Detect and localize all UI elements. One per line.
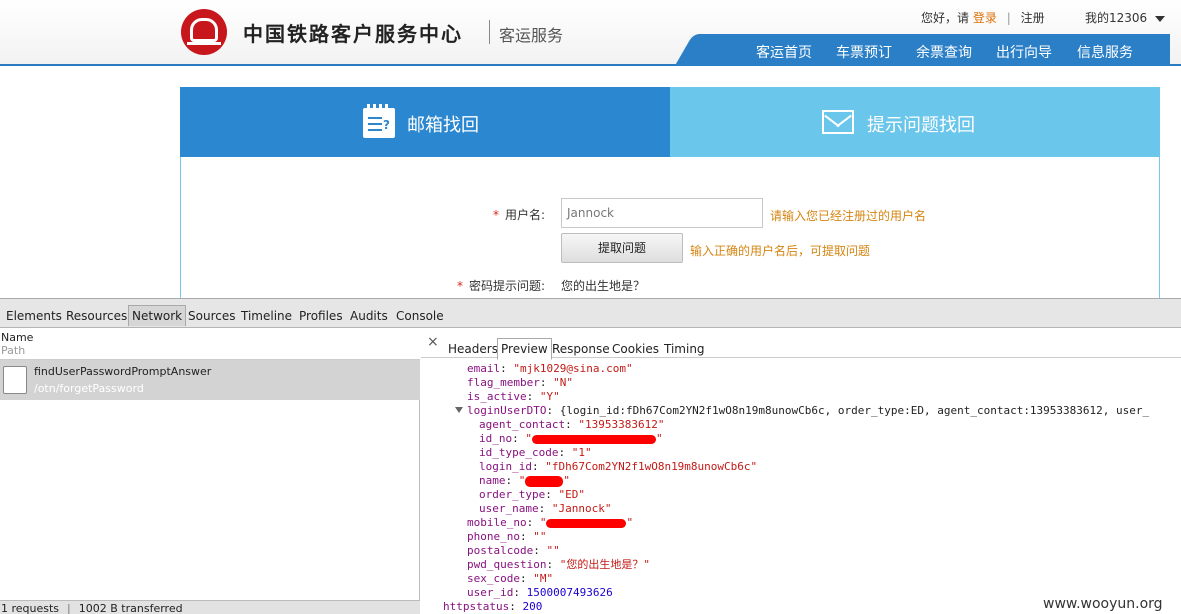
network-status-bar: 1 requests | 1002 B transferred — [0, 600, 420, 614]
tab-audits[interactable]: Audits — [350, 309, 388, 323]
tab-sources[interactable]: Sources — [188, 309, 235, 323]
envelope-icon — [822, 110, 854, 134]
column-path: Path — [1, 344, 26, 357]
json-line: user_name: "Jannock" — [479, 502, 612, 515]
request-row[interactable]: findUserPasswordPromptAnswer /otn/forget… — [0, 360, 420, 400]
fetch-hint: 输入正确的用户名后，可提取问题 — [690, 244, 871, 258]
my-account-label: 我的12306 — [1085, 11, 1148, 25]
tab-resources[interactable]: Resources — [66, 309, 127, 323]
tab-profiles[interactable]: Profiles — [299, 309, 343, 323]
devtools-panel: Elements Resources Network Sources Timel… — [0, 298, 1181, 614]
json-line: mobile_no: " " — [467, 516, 634, 529]
recovery-tabs: ? 邮箱找回 提示问题找回 — [180, 87, 1160, 165]
expand-triangle-icon[interactable] — [455, 407, 463, 413]
brand-title: 中国铁路客户服务中心 — [243, 22, 463, 46]
json-line: pwd_question: "您的出生地是？" — [467, 558, 650, 571]
tab-email-label: 邮箱找回 — [407, 115, 479, 136]
json-preview: email: "mjk1029@sina.com" flag_member: "… — [421, 358, 1181, 614]
username-input[interactable]: Jannock — [561, 198, 763, 228]
json-line: name: " " — [479, 474, 570, 487]
redaction-mark — [546, 518, 627, 528]
json-line: httpstatus: 200 — [443, 600, 543, 613]
site-header: 中国铁路客户服务中心 客运服务 您好，请 登录 | 注册 我的12306 客运首… — [0, 0, 1181, 66]
json-line: email: "mjk1029@sina.com" — [467, 362, 633, 375]
form-icon: ? — [363, 104, 395, 138]
watermark: www.wooyun.org — [1043, 596, 1163, 612]
tab-headers[interactable]: Headers — [448, 342, 498, 356]
redaction-mark — [525, 475, 564, 487]
username-label: * 用户名: — [493, 208, 546, 222]
json-line: is_active: "Y" — [467, 390, 560, 403]
tab-console[interactable]: Console — [396, 309, 444, 323]
tab-elements[interactable]: Elements — [6, 309, 62, 323]
fetch-question-button[interactable]: 提取问题 — [561, 233, 683, 263]
redaction-mark — [532, 434, 656, 444]
tab-network[interactable]: Network — [128, 305, 187, 326]
json-line: login_id: "fDh67Com2YN2f1wO8n19m8unowCb6… — [479, 460, 758, 473]
json-line: id_no: " " — [479, 432, 663, 445]
tab-response[interactable]: Response — [552, 342, 610, 356]
nav-booking[interactable]: 车票预订 — [836, 42, 892, 62]
username-hint: 请输入您已经注册过的用户名 — [770, 209, 927, 223]
brand-divider — [489, 20, 490, 44]
json-line: order_type: "ED" — [479, 488, 585, 501]
json-line-expandable[interactable]: loginUserDTO: {login_id:fDh67Com2YN2f1wO… — [455, 404, 1149, 418]
tab-cookies[interactable]: Cookies — [612, 342, 659, 356]
my-account-menu[interactable]: 我的12306 — [1085, 9, 1166, 26]
transferred-size: 1002 B transferred — [78, 602, 183, 614]
nav-info-service[interactable]: 信息服务 — [1077, 42, 1133, 62]
json-line: id_type_code: "1" — [479, 446, 592, 459]
tab-email-recovery[interactable]: ? 邮箱找回 — [180, 87, 670, 157]
register-link[interactable]: 注册 — [1021, 11, 1045, 25]
main-nav: 客运首页 车票预订 余票查询 出行向导 信息服务 — [702, 34, 1170, 66]
tab-timing[interactable]: Timing — [664, 342, 705, 356]
railway-logo-icon[interactable] — [181, 9, 227, 55]
file-icon — [3, 366, 27, 394]
json-line: agent_contact: "13953383612" — [479, 418, 665, 431]
required-mark: * — [457, 279, 463, 293]
devtools-toolbar: Elements Resources Network Sources Timel… — [0, 298, 1181, 328]
request-name: findUserPasswordPromptAnswer — [34, 365, 212, 378]
json-line: user_id: 1500007493626 — [467, 586, 613, 599]
request-count: 1 requests — [1, 602, 60, 614]
question-value: 您的出生地是？ — [561, 279, 646, 293]
tab-question-label: 提示问题找回 — [867, 115, 975, 136]
tab-question-recovery[interactable]: 提示问题找回 — [670, 87, 1160, 165]
nav-ticket-query[interactable]: 余票查询 — [916, 42, 972, 62]
question-label: * 密码提示问题: — [457, 279, 546, 293]
tab-timeline[interactable]: Timeline — [241, 309, 292, 323]
tab-preview[interactable]: Preview — [497, 338, 552, 360]
nav-travel-guide[interactable]: 出行向导 — [996, 42, 1052, 62]
brand-subtitle: 客运服务 — [499, 26, 564, 45]
json-line: postalcode: "" — [467, 544, 560, 557]
user-links: 您好，请 登录 | 注册 — [921, 9, 1045, 26]
login-link[interactable]: 登录 — [973, 11, 997, 25]
divider: | — [1006, 11, 1011, 25]
column-header[interactable]: Name Path — [0, 328, 420, 360]
required-mark: * — [493, 208, 499, 222]
greeting-text: 您好，请 — [921, 11, 970, 25]
request-path: /otn/forgetPassword — [34, 382, 144, 395]
json-line: sex_code: "M" — [467, 572, 554, 585]
json-line: phone_no: "" — [467, 530, 547, 543]
caret-down-icon — [1155, 15, 1166, 22]
request-detail: × Headers Preview Response Cookies Timin… — [421, 328, 1181, 614]
nav-home[interactable]: 客运首页 — [756, 42, 812, 62]
close-icon[interactable]: × — [427, 334, 439, 350]
request-list: Name Path findUserPasswordPromptAnswer /… — [0, 328, 420, 614]
detail-tabbar: × Headers Preview Response Cookies Timin… — [421, 328, 1181, 360]
column-name: Name — [1, 331, 34, 344]
json-line: flag_member: "N" — [467, 376, 573, 389]
